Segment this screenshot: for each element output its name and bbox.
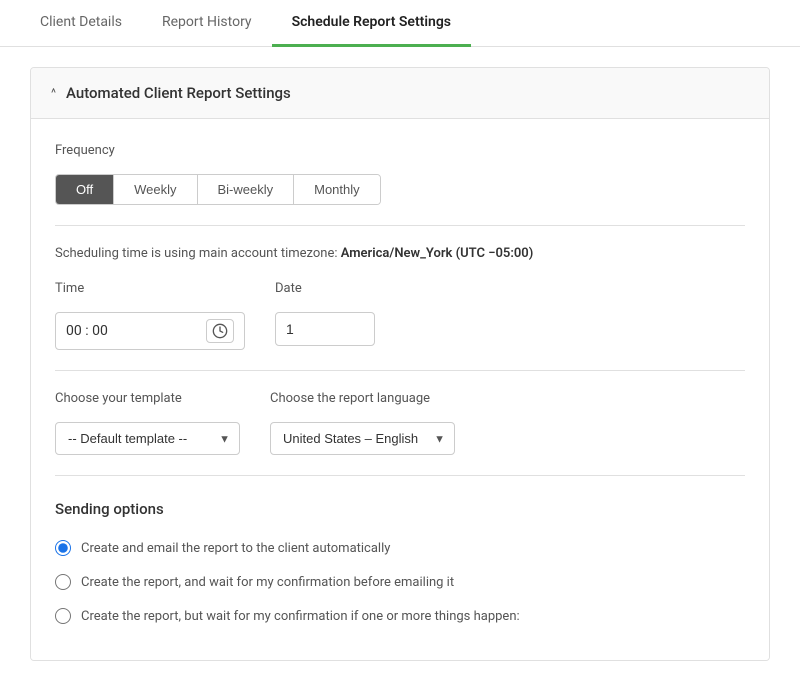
divider-3 [55,475,745,476]
tab-schedule-report[interactable]: Schedule Report Settings [272,0,471,47]
language-select-wrap: United States – English ▼ [270,422,455,455]
section-header[interactable]: ^ Automated Client Report Settings [31,68,769,119]
radio-confirm-email[interactable] [55,574,71,590]
template-label: Choose your template [55,391,240,406]
date-label: Date [275,281,375,296]
radio-option-confirm-email: Create the report, and wait for my confi… [55,574,745,590]
divider-2 [55,370,745,371]
language-label: Choose the report language [270,391,455,406]
freq-biweekly-button[interactable]: Bi-weekly [198,175,295,204]
time-input[interactable]: 00 : 00 [55,312,245,350]
radio-auto-label: Create and email the report to the clien… [81,541,390,556]
timezone-note: Scheduling time is using main account ti… [55,246,745,261]
frequency-group: Frequency Off Weekly Bi-weekly Monthly [55,143,745,205]
radio-option-auto: Create and email the report to the clien… [55,540,745,556]
frequency-toggle-group: Off Weekly Bi-weekly Monthly [55,174,381,205]
tab-bar: Client Details Report History Schedule R… [0,0,800,47]
template-lang-row: Choose your template -- Default template… [55,391,745,455]
time-value: 00 : 00 [66,323,108,339]
clock-icon[interactable] [206,319,234,343]
tab-report-history[interactable]: Report History [142,0,272,47]
divider-1 [55,225,745,226]
sending-options-group: Sending options Create and email the rep… [55,496,745,636]
frequency-label: Frequency [55,143,745,158]
radio-confirm-condition[interactable] [55,608,71,624]
radio-confirm-email-label: Create the report, and wait for my confi… [81,575,454,590]
section-title: Automated Client Report Settings [66,84,291,102]
freq-weekly-button[interactable]: Weekly [114,175,197,204]
collapse-chevron-icon: ^ [51,86,56,100]
time-label: Time [55,281,245,296]
template-field-group: Choose your template -- Default template… [55,391,240,455]
date-field-group: Date [275,281,375,350]
main-content: ^ Automated Client Report Settings Frequ… [0,47,800,681]
template-select[interactable]: -- Default template -- [55,422,240,455]
tab-client-details[interactable]: Client Details [20,0,142,47]
template-select-wrap: -- Default template -- ▼ [55,422,240,455]
language-field-group: Choose the report language United States… [270,391,455,455]
section-body: Frequency Off Weekly Bi-weekly Monthly S… [31,119,769,660]
radio-auto[interactable] [55,540,71,556]
freq-off-button[interactable]: Off [56,175,114,204]
radio-option-confirm-condition: Create the report, but wait for my confi… [55,608,745,624]
timezone-value: America/New_York (UTC −05:00) [341,246,534,261]
automated-settings-section: ^ Automated Client Report Settings Frequ… [30,67,770,661]
freq-monthly-button[interactable]: Monthly [294,175,380,204]
date-input[interactable] [275,312,375,346]
sending-options-title: Sending options [55,500,745,518]
radio-confirm-condition-label: Create the report, but wait for my confi… [81,609,520,624]
language-select[interactable]: United States – English [270,422,455,455]
time-field-group: Time 00 : 00 [55,281,245,350]
time-date-row: Time 00 : 00 Date [55,281,745,350]
